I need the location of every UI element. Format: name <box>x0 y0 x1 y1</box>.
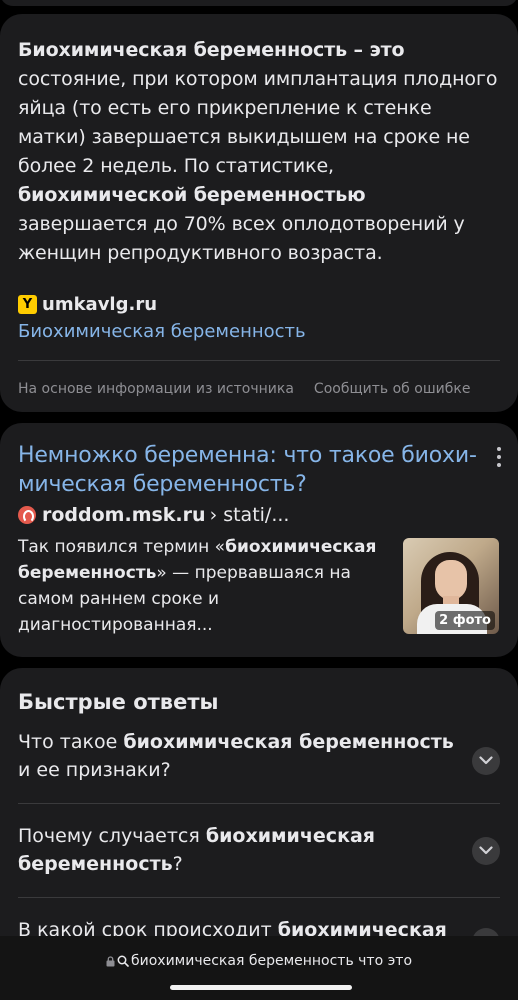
faq-question-part: Что такое <box>18 731 124 753</box>
result-thumbnail[interactable]: 2 фото <box>403 538 499 634</box>
chevron-down-icon[interactable] <box>472 836 500 865</box>
search-results-page: Биохимическая беременность – это состоян… <box>0 0 518 1000</box>
snippet-part: – это <box>347 39 405 61</box>
faq-question-part: ? <box>172 853 183 875</box>
source-link[interactable]: Биохимическая беременность <box>18 321 500 342</box>
result-domain[interactable]: roddom.msk.ru <box>42 504 206 526</box>
result-title-link[interactable]: Немножко беременна: что такое биохи­миче… <box>18 441 478 499</box>
browser-bottom-bar: биохимическая беременность что это <box>0 936 518 1000</box>
quick-answers-title: Быстрые ответы <box>18 690 219 714</box>
more-vertical-icon[interactable] <box>496 447 502 467</box>
address-bar[interactable]: биохимическая беременность что это <box>0 953 518 971</box>
faq-question: Почему случается биохимическая беременно… <box>18 822 458 878</box>
snippet-part: Биохимическая беременность <box>18 39 348 61</box>
search-icon <box>117 955 129 971</box>
home-indicator[interactable] <box>170 985 352 990</box>
result-body: Так появился термин «биохимическая берем… <box>18 534 500 638</box>
answer-snippet-card: Биохимическая беременность – это состоян… <box>0 14 518 412</box>
chevron-down-icon[interactable] <box>472 746 500 775</box>
faq-item[interactable]: Почему случается биохимическая беременно… <box>18 804 500 898</box>
faq-question-part: биохимическая беременность <box>123 731 454 753</box>
faq-question-part: и ее признаки? <box>18 759 171 781</box>
url-text: биохимическая беременность что это <box>130 953 413 969</box>
lock-icon <box>106 955 115 971</box>
thumbnail-face <box>435 560 467 600</box>
result-source[interactable]: roddom.msk.ru › stati/... <box>18 504 500 526</box>
snippet-source[interactable]: Y umkavlg.ru <box>18 292 500 316</box>
previous-card-edge <box>0 0 518 6</box>
snippet-footer: На основе информации из источника Сообщи… <box>18 381 500 397</box>
photo-count-badge: 2 фото <box>435 611 495 630</box>
snippet-part: биохимической беременностью <box>18 184 366 206</box>
result-description: Так появился термин «биохимическая берем… <box>18 534 386 638</box>
snippet-part: завершается до 70% всех оплодотворений у… <box>18 213 465 264</box>
source-domain[interactable]: umkavlg.ru <box>42 294 157 315</box>
snippet-part: состояние, при котором имплантация плодн… <box>18 68 498 177</box>
report-error-link[interactable]: Сообщить об ошибке <box>314 381 471 397</box>
divider <box>18 360 500 361</box>
result-path[interactable]: › stati/... <box>210 504 290 526</box>
faq-question: Что такое биохимическая беременность и е… <box>18 728 458 784</box>
faq-item[interactable]: Что такое биохимическая беременность и е… <box>18 714 500 804</box>
desc-part: Так появился термин « <box>18 537 226 557</box>
search-result-card: Немножко беременна: что такое биохи­миче… <box>0 423 518 657</box>
faq-question-part: Почему случается <box>18 825 206 847</box>
roddom-favicon-icon <box>18 506 36 524</box>
snippet-text: Биохимическая беременность – это состоян… <box>18 36 500 268</box>
yandex-favicon-icon: Y <box>18 294 37 314</box>
source-info-link[interactable]: На основе информации из источника <box>18 381 294 397</box>
